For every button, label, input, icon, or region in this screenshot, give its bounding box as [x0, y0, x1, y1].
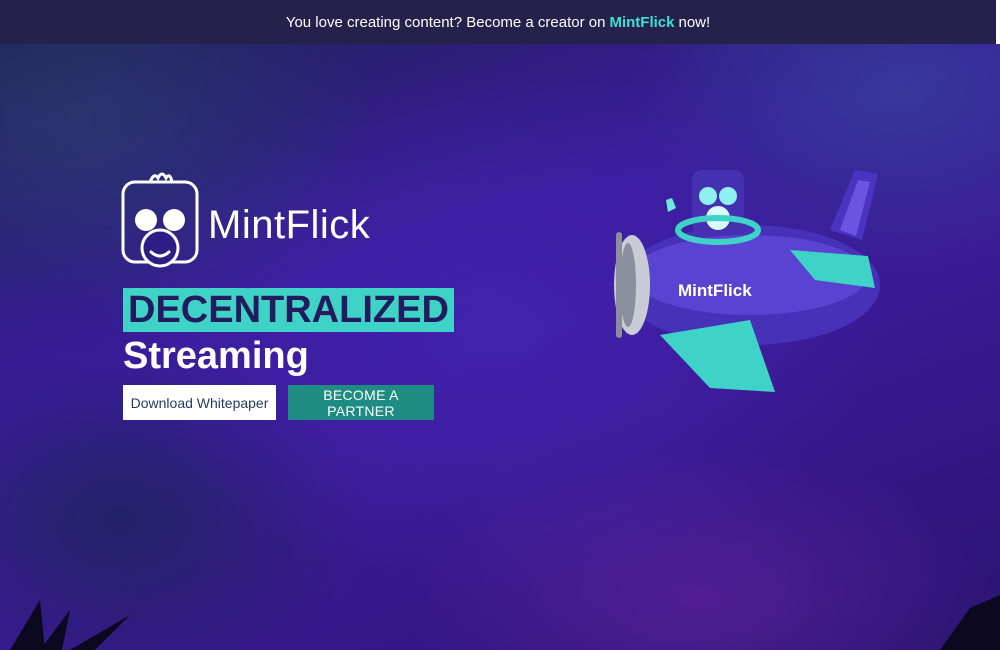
announcement-text: You love creating content? Become a crea…	[285, 13, 606, 31]
headline-highlight: DECENTRALIZED	[123, 288, 454, 332]
headline-second-line: Streaming	[123, 335, 309, 377]
palm-leaves-left	[10, 600, 130, 650]
scrollbar-edge	[996, 0, 1000, 44]
announcement-brand-link[interactable]: MintFlick	[609, 14, 674, 31]
plane-label: MintFlick	[678, 281, 752, 300]
monkey-logo-icon	[121, 172, 199, 268]
announcement-text-end: now!	[678, 13, 711, 31]
announcement-bar: You love creating content? Become a crea…	[0, 0, 996, 44]
brand-name: MintFlick	[208, 202, 371, 247]
become-partner-button[interactable]: BECOME A PARTNER	[288, 385, 434, 420]
palm-leaves-right	[940, 595, 1000, 650]
brand-logo[interactable]: MintFlick	[120, 168, 370, 276]
download-whitepaper-button[interactable]: Download Whitepaper	[123, 385, 276, 420]
plane-illustration: MintFlick	[614, 170, 880, 392]
